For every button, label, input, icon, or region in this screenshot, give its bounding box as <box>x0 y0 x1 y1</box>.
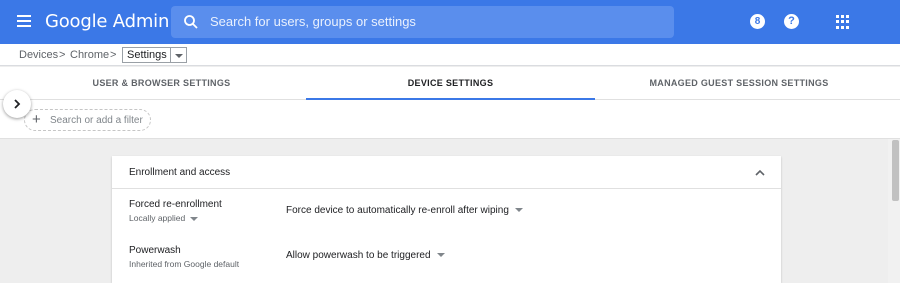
main-menu-icon[interactable] <box>14 12 34 32</box>
tab-user-browser-settings[interactable]: USER & BROWSER SETTINGS <box>0 67 323 100</box>
tab-device-settings[interactable]: DEVICE SETTINGS <box>306 67 595 100</box>
setting-value-forced-reenrollment[interactable]: Force device to automatically re-enroll … <box>286 205 523 217</box>
setting-value-label: Allow powerwash to be triggered <box>286 250 431 261</box>
apps-grid-icon[interactable] <box>835 14 851 30</box>
search-bar[interactable]: Search for users, groups or settings <box>171 6 674 38</box>
setting-source-forced-reenrollment[interactable]: Locally applied <box>129 213 199 224</box>
filter-bar: + Search or add a filter <box>0 100 900 139</box>
expand-panel-button[interactable] <box>3 90 31 118</box>
setting-title-forced-reenrollment: Forced re-enrollment <box>129 199 222 210</box>
breadcrumb-separator: > <box>59 49 66 61</box>
breadcrumb-devices[interactable]: Devices <box>19 49 58 61</box>
filter-placeholder: Search or add a filter <box>50 115 143 126</box>
setting-source-label: Locally applied <box>129 213 186 223</box>
chevron-right-icon <box>14 99 21 109</box>
dropdown-arrow-icon <box>514 208 523 213</box>
app-logo[interactable]: Google Admin <box>45 11 169 33</box>
setting-value-label: Force device to automatically re-enroll … <box>286 205 509 216</box>
notifications-count: 8 <box>750 14 765 29</box>
section-title: Enrollment and access <box>129 167 231 178</box>
breadcrumb-current: Settings <box>122 47 172 63</box>
dropdown-arrow-icon <box>175 54 183 58</box>
dropdown-arrow-icon <box>436 253 445 258</box>
breadcrumb-chrome[interactable]: Chrome <box>70 49 109 61</box>
breadcrumb-dropdown-button[interactable] <box>170 47 187 63</box>
add-filter-icon: + <box>32 111 41 128</box>
breadcrumb: Devices > Chrome > Settings <box>0 44 900 66</box>
dropdown-arrow-icon <box>190 216 199 221</box>
settings-card: Enrollment and access Forced re-enrollme… <box>112 156 781 283</box>
help-icon[interactable]: ? <box>784 14 800 30</box>
search-input[interactable]: Search for users, groups or settings <box>210 14 416 30</box>
setting-source-powerwash: Inherited from Google default <box>129 259 240 269</box>
setting-title-powerwash: Powerwash <box>129 245 181 256</box>
top-app-bar: Google Admin Search for users, groups or… <box>0 0 900 44</box>
section-header[interactable]: Enrollment and access <box>112 156 781 189</box>
notifications-icon[interactable]: 8 <box>750 14 766 30</box>
tab-managed-guest-session-settings[interactable]: MANAGED GUEST SESSION SETTINGS <box>595 67 883 100</box>
setting-value-powerwash[interactable]: Allow powerwash to be triggered <box>286 250 445 262</box>
search-icon <box>184 15 198 29</box>
help-glyph: ? <box>784 14 799 29</box>
chevron-up-icon[interactable] <box>755 169 765 176</box>
breadcrumb-separator: > <box>110 49 117 61</box>
filter-input[interactable]: + Search or add a filter <box>24 109 151 131</box>
settings-tabs: USER & BROWSER SETTINGS DEVICE SETTINGS … <box>0 67 900 100</box>
scrollbar-thumb[interactable] <box>892 140 899 201</box>
